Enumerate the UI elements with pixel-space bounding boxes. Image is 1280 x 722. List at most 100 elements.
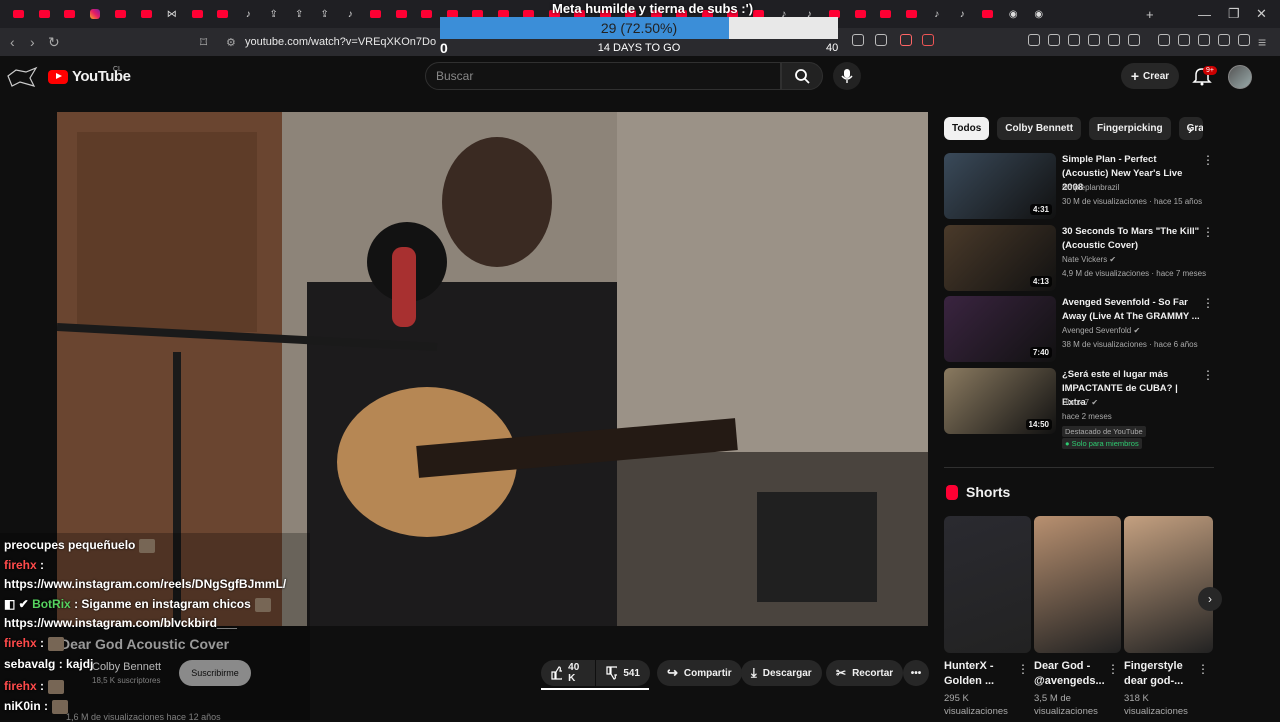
chat-message: sebavalg : kajdj (4, 657, 93, 671)
browser-tab[interactable] (389, 0, 415, 28)
window-minimize-button[interactable]: — (1198, 0, 1211, 28)
video-duration: 7:40 (1029, 347, 1052, 358)
short-more-icon[interactable]: ⋮ (1017, 662, 1029, 676)
rewards-icon[interactable] (922, 34, 934, 46)
browser-tab[interactable] (57, 0, 83, 28)
extensions-puzzle-icon[interactable] (1108, 34, 1120, 46)
media-icon[interactable] (1158, 34, 1170, 46)
like-button[interactable]: 40 K (541, 660, 595, 686)
browser-tab[interactable]: ⇪ (261, 0, 287, 28)
short-thumbnail[interactable] (944, 516, 1031, 653)
extension-icon-4[interactable] (1128, 34, 1140, 46)
forward-button[interactable]: › (30, 28, 35, 56)
browser-tab[interactable] (363, 0, 389, 28)
browser-tab[interactable] (134, 0, 160, 28)
browser-tab[interactable]: ♪ (338, 0, 364, 28)
browser-tab[interactable] (108, 0, 134, 28)
download-button[interactable]: ⤓ Descargar (741, 660, 822, 686)
recommendation-title[interactable]: Avenged Sevenfold - So Far Away (Live At… (1062, 296, 1202, 324)
browser-tab[interactable] (210, 0, 236, 28)
video-thumbnail[interactable]: 14:50 (944, 368, 1056, 434)
share-button[interactable]: ↪ Compartir (657, 660, 742, 686)
browser-tab[interactable] (414, 0, 440, 28)
recommendation-title[interactable]: 30 Seconds To Mars "The Kill" (Acoustic … (1062, 225, 1202, 253)
vpn-icon[interactable] (1238, 34, 1250, 46)
chat-username: firehx (4, 679, 37, 693)
browser-tab[interactable]: ◉ (1001, 0, 1027, 28)
more-vertical-icon[interactable]: ⋮ (1202, 368, 1214, 382)
short-title[interactable]: HunterX - Golden ... (944, 659, 1016, 689)
short-title[interactable]: Dear God - @avengeds... (1034, 659, 1106, 689)
cast-icon[interactable] (852, 34, 864, 46)
browser-tab[interactable]: ◉ (1026, 0, 1052, 28)
short-thumbnail[interactable] (1034, 516, 1121, 653)
video-thumbnail[interactable]: 4:13 (944, 225, 1056, 291)
recommendation-item[interactable]: 14:50 ¿Será este el lugar más IMPACTANTE … (944, 368, 1214, 449)
extension-icon-3[interactable] (1088, 34, 1100, 46)
account-avatar[interactable] (1228, 65, 1252, 89)
recommendation-item[interactable]: 7:40 Avenged Sevenfold - So Far Away (Liv… (944, 296, 1214, 364)
recommendation-item[interactable]: 4:13 30 Seconds To Mars "The Kill" (Acous… (944, 225, 1214, 293)
search-button[interactable] (781, 62, 823, 90)
youtube-favicon-icon (421, 10, 433, 18)
clip-button[interactable]: ✂ Recortar (826, 660, 904, 686)
share-icon[interactable] (875, 34, 887, 46)
chip-todos[interactable]: Todos (944, 117, 990, 140)
recommendation-channel[interactable]: simpleplanbrazil (1062, 183, 1119, 192)
extension-icon-2[interactable] (1068, 34, 1080, 46)
extension-icon-1[interactable] (1048, 34, 1060, 46)
brave-shield-icon[interactable] (900, 34, 912, 46)
more-vertical-icon[interactable]: ⋮ (1202, 153, 1214, 167)
browser-tab[interactable]: ⇪ (312, 0, 338, 28)
search-input[interactable]: Buscar (425, 62, 781, 90)
browser-tab[interactable] (899, 0, 925, 28)
browser-tab[interactable] (83, 0, 109, 28)
back-button[interactable]: ‹ (10, 28, 15, 56)
browser-tab[interactable]: ♪ (236, 0, 262, 28)
browser-tab[interactable]: ♪ (950, 0, 976, 28)
video-thumbnail[interactable]: 4:31 (944, 153, 1056, 219)
sidebar-icon[interactable] (1178, 34, 1190, 46)
browser-tab[interactable]: ♪ (924, 0, 950, 28)
more-actions-button[interactable]: ••• (903, 660, 929, 686)
recommendation-channel[interactable]: Avenged Sevenfold ✔ (1062, 326, 1140, 335)
window-restore-button[interactable]: ❐ (1228, 0, 1240, 28)
recommendation-channel[interactable]: Claux.7 ✔ (1062, 398, 1098, 407)
chip-fingerpicking[interactable]: Fingerpicking (1089, 117, 1171, 140)
more-vertical-icon[interactable]: ⋮ (1202, 296, 1214, 310)
browser-tab[interactable] (185, 0, 211, 28)
reload-button[interactable]: ↻ (48, 28, 60, 56)
bookmark-icon[interactable]: ⌑ (200, 28, 207, 56)
chat-message: firehx : (4, 558, 44, 572)
wallet-icon[interactable] (1198, 34, 1210, 46)
voice-search-button[interactable] (833, 62, 861, 90)
browser-tab[interactable] (6, 0, 32, 28)
browser-menu-icon[interactable]: ≡ (1258, 28, 1266, 56)
short-more-icon[interactable]: ⋮ (1107, 662, 1119, 676)
site-info-icon[interactable]: ⚙ (226, 28, 236, 56)
recommendation-item[interactable]: 4:31 Simple Plan - Perfect (Acoustic) New… (944, 153, 1214, 221)
browser-tab[interactable] (32, 0, 58, 28)
chips-next-arrow-icon[interactable]: › (1188, 121, 1193, 137)
browser-tab[interactable] (848, 0, 874, 28)
dislike-button[interactable]: 541 (596, 660, 650, 686)
browser-tab[interactable] (873, 0, 899, 28)
create-button[interactable]: + Crear (1121, 63, 1179, 89)
short-title[interactable]: Fingerstyle dear god-... (1124, 659, 1196, 689)
window-close-button[interactable]: ✕ (1256, 0, 1267, 28)
chat-emote-icon (48, 679, 65, 694)
url-field[interactable]: youtube.com/watch?v=VREqXKOn7Do (245, 36, 436, 48)
short-thumbnail[interactable] (1124, 516, 1213, 653)
leo-ai-icon[interactable] (1218, 34, 1230, 46)
recommendation-channel[interactable]: Nate Vickers ✔ (1062, 255, 1116, 264)
more-vertical-icon[interactable]: ⋮ (1202, 225, 1214, 239)
browser-tab[interactable]: ⋈ (159, 0, 185, 28)
chip-colby-bennett[interactable]: Colby Bennett (997, 117, 1082, 140)
short-more-icon[interactable]: ⋮ (1197, 662, 1209, 676)
translate-icon[interactable] (1028, 34, 1040, 46)
shorts-next-button[interactable]: › (1198, 587, 1222, 611)
browser-tab[interactable]: ⇪ (287, 0, 313, 28)
browser-tab[interactable] (975, 0, 1001, 28)
new-tab-button[interactable]: + (1146, 0, 1154, 28)
video-thumbnail[interactable]: 7:40 (944, 296, 1056, 362)
